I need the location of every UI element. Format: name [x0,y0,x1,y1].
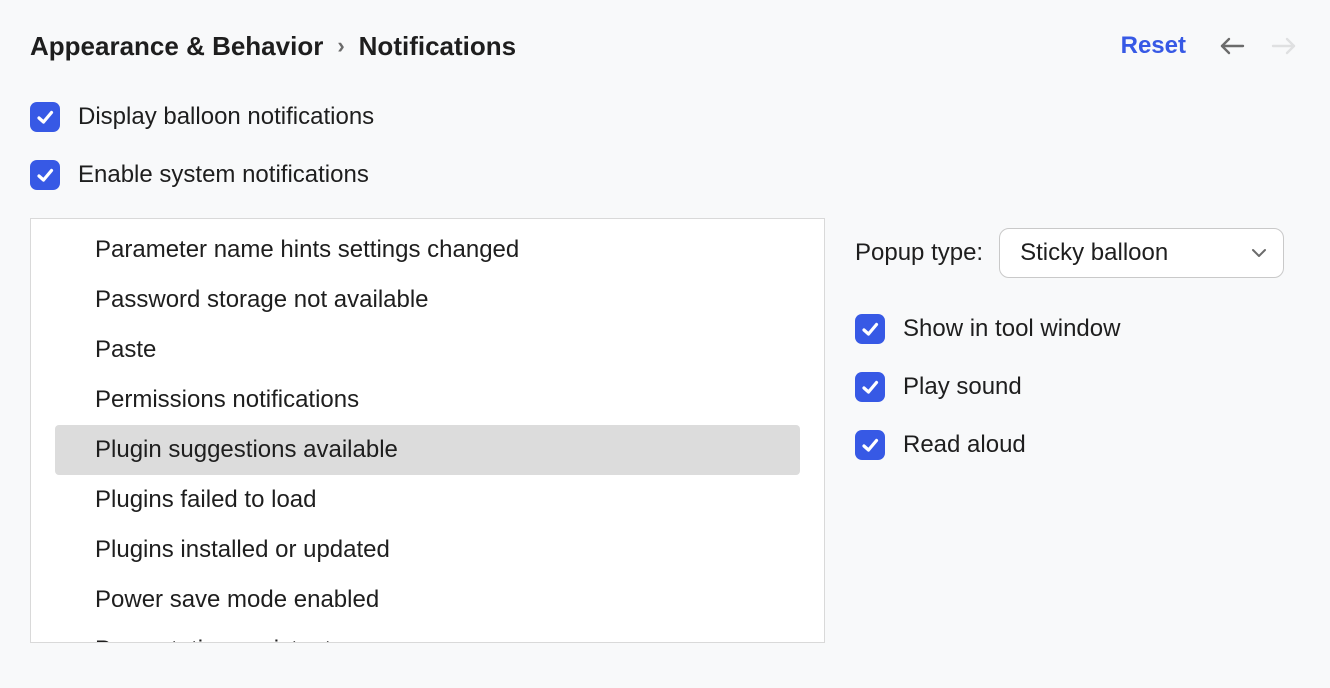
list-item[interactable]: Permissions notifications [55,375,800,425]
list-item[interactable]: Power save mode enabled [55,575,800,625]
read-aloud-label: Read aloud [903,431,1026,459]
checkbox-checked-icon [30,160,60,190]
list-item[interactable]: Plugins installed or updated [55,525,800,575]
show-in-tool-window-label: Show in tool window [903,315,1120,343]
notification-types-list[interactable]: Parameter name hints settings changedPas… [30,218,825,643]
settings-header: Appearance & Behavior › Notifications Re… [30,30,1300,62]
popup-type-select[interactable]: Sticky balloon [999,228,1284,278]
checkbox-checked-icon [855,314,885,344]
breadcrumb-separator-icon: › [337,33,344,59]
list-item[interactable]: Password storage not available [55,275,800,325]
popup-type-value: Sticky balloon [1020,239,1168,267]
list-item[interactable]: Plugins failed to load [55,475,800,525]
play-sound-checkbox[interactable]: Play sound [855,372,1284,402]
breadcrumb-leaf: Notifications [359,31,516,62]
nav-back-button[interactable] [1216,30,1248,62]
arrow-right-icon [1270,36,1298,56]
list-item[interactable]: Paste [55,325,800,375]
popup-type-label: Popup type: [855,239,983,267]
show-in-tool-window-checkbox[interactable]: Show in tool window [855,314,1284,344]
enable-system-checkbox[interactable]: Enable system notifications [30,160,1300,190]
display-balloon-checkbox[interactable]: Display balloon notifications [30,102,1300,132]
list-item[interactable]: Plugin suggestions available [55,425,800,475]
notification-detail-panel: Popup type: Sticky balloon Show in tool … [855,218,1284,643]
list-item[interactable]: Presentation assistant [55,625,800,643]
nav-forward-button [1268,30,1300,62]
checkbox-checked-icon [855,430,885,460]
breadcrumb: Appearance & Behavior › Notifications [30,31,516,62]
checkbox-checked-icon [30,102,60,132]
breadcrumb-root: Appearance & Behavior [30,31,323,62]
enable-system-label: Enable system notifications [78,161,369,189]
chevron-down-icon [1251,247,1267,259]
display-balloon-label: Display balloon notifications [78,103,374,131]
reset-button[interactable]: Reset [1121,32,1186,60]
list-item[interactable]: Parameter name hints settings changed [55,225,800,275]
read-aloud-checkbox[interactable]: Read aloud [855,430,1284,460]
checkbox-checked-icon [855,372,885,402]
play-sound-label: Play sound [903,373,1022,401]
arrow-left-icon [1218,36,1246,56]
